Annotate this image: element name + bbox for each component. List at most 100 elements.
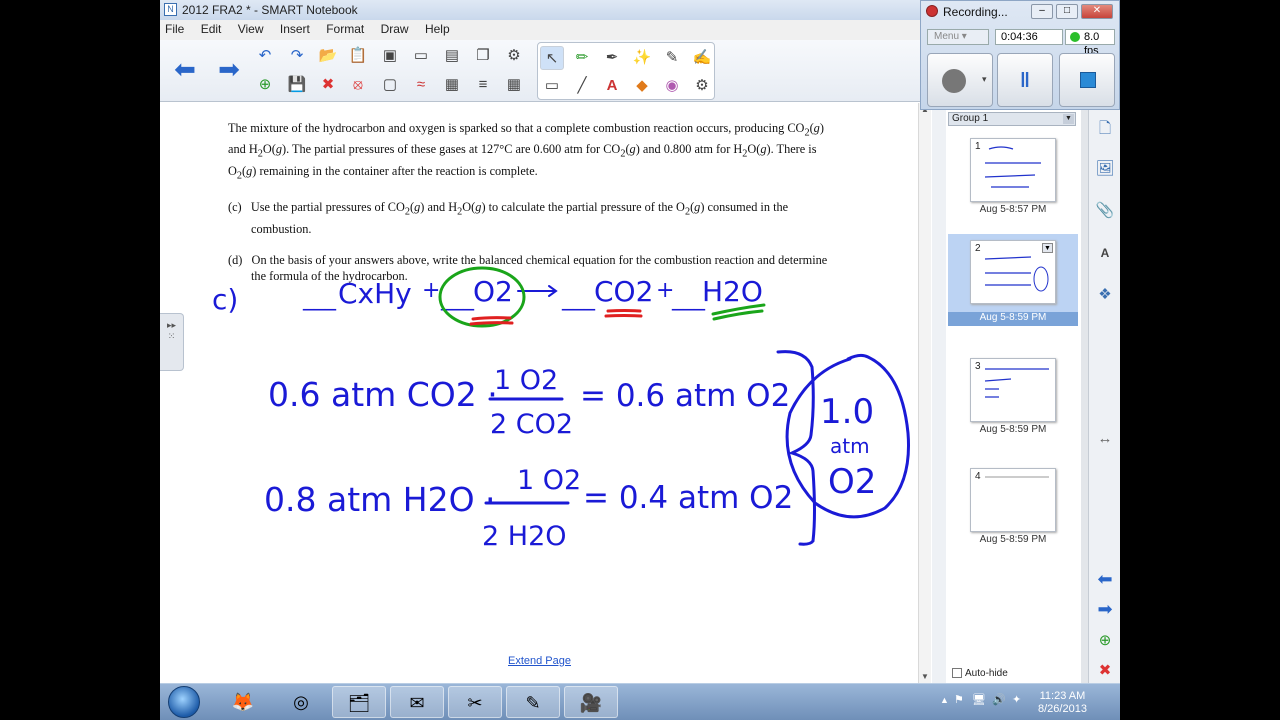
chevron-down-icon[interactable]: ▼ xyxy=(1042,243,1053,253)
add-page-icon[interactable]: ⊕ xyxy=(1094,630,1116,652)
autohide-checkbox[interactable] xyxy=(952,668,962,679)
page-thumbnail-1[interactable]: 1 Aug 5-8:57 PM xyxy=(948,132,1078,224)
properties-icon[interactable]: ⚙ xyxy=(502,44,526,68)
chevron-down-icon: ▾ xyxy=(982,74,987,84)
shapes-icon[interactable]: ◆ xyxy=(630,74,654,98)
minimize-button[interactable]: – xyxy=(1031,4,1053,19)
thumbnail-sketch xyxy=(984,368,1049,398)
outlook-icon[interactable]: ✉ xyxy=(390,686,444,718)
side-panel-tab[interactable]: ▸▸ ⁙ xyxy=(160,313,184,371)
sorter-scrollbar[interactable] xyxy=(1081,110,1088,683)
redo-icon[interactable]: ↷ xyxy=(285,44,309,68)
thumbnail-sketch xyxy=(984,146,1041,188)
undo-icon[interactable]: ↶ xyxy=(253,44,277,68)
page-vertical-scrollbar[interactable]: ▲ ▼ xyxy=(918,103,931,683)
flag-icon[interactable]: ⚑ xyxy=(954,693,964,706)
text-icon[interactable]: A xyxy=(600,74,624,98)
properties-wheel-icon[interactable]: ⚙ xyxy=(690,74,714,98)
menu-insert[interactable]: Insert xyxy=(275,20,318,38)
select-arrow-icon[interactable]: ↖ xyxy=(540,46,564,70)
shape-recognition-pen-icon[interactable]: ✎ xyxy=(660,46,684,70)
group-selector[interactable]: Group 1 ▼ xyxy=(948,112,1076,126)
extend-page-link[interactable]: Extend Page xyxy=(508,655,571,667)
line1-numerator: 1 O2 xyxy=(494,365,558,396)
document-camera-icon[interactable]: ▦ xyxy=(440,73,464,97)
menu-view[interactable]: View xyxy=(233,20,272,38)
page-thumbnail-4[interactable]: 4 Aug 5-8:59 PM xyxy=(948,462,1078,554)
open-folder-icon[interactable]: 📂 xyxy=(316,44,340,68)
previous-page-arrow-icon[interactable]: ⬅ xyxy=(170,54,200,84)
start-button-icon[interactable] xyxy=(168,686,200,718)
line1-result: = 0.6 atm O2 xyxy=(580,378,790,414)
volume-icon[interactable]: 🔊 xyxy=(992,693,1006,706)
line2-numerator: 1 O2 xyxy=(517,465,581,496)
add-page-icon[interactable]: ⊕ xyxy=(253,73,277,97)
addons-tab-icon[interactable]: ❖ xyxy=(1094,284,1116,306)
record-button[interactable]: ▾ xyxy=(927,53,993,107)
line-tool-icon[interactable]: ╱ xyxy=(570,74,594,98)
transparent-background-icon[interactable]: ≈ xyxy=(409,73,433,97)
highlighter-icon[interactable]: ✍ xyxy=(690,46,714,70)
table-icon[interactable]: ▦ xyxy=(502,73,526,97)
recorder-icon[interactable]: 🎥 xyxy=(564,686,618,718)
autohide-toggle[interactable]: Auto-hide xyxy=(952,668,1008,679)
text-tool-icon[interactable]: ≡ xyxy=(471,73,495,97)
close-button[interactable]: ✕ xyxy=(1081,4,1113,19)
pause-button[interactable]: ‖ xyxy=(997,53,1053,107)
snipping-tool-icon[interactable]: ✂ xyxy=(448,686,502,718)
delete-icon[interactable]: ✖ xyxy=(316,73,340,97)
thumbnail-date: Aug 5-8:57 PM xyxy=(979,204,1047,215)
smart-notebook-icon[interactable]: ✎ xyxy=(506,686,560,718)
move-sidebar-icon[interactable]: ↔ xyxy=(1094,428,1116,450)
network-icon[interactable]: 🖥 xyxy=(972,693,986,706)
pens-icon[interactable]: ✏ xyxy=(570,46,594,70)
fill-icon[interactable]: ◉ xyxy=(660,74,684,98)
firefox-icon[interactable]: 🦊 xyxy=(216,686,270,718)
page-thumbnail-2[interactable]: 2 ▼ Aug 5-8:59 PM xyxy=(948,234,1078,326)
creative-pen-icon[interactable]: ✒ xyxy=(600,46,624,70)
copy-icon[interactable]: ❐ xyxy=(471,44,495,68)
window-titlebar: N 2012 FRA2 * - SMART Notebook xyxy=(160,0,920,20)
notebook-page[interactable]: The mixture of the hydrocarbon and oxyge… xyxy=(160,103,920,683)
menu-draw[interactable]: Draw xyxy=(376,20,417,38)
panel-splitter[interactable] xyxy=(932,103,946,683)
magic-pen-icon[interactable]: ✨ xyxy=(630,46,654,70)
blank-1: ___ xyxy=(302,286,337,311)
properties-tab-icon[interactable]: A xyxy=(1094,242,1116,264)
menu-help[interactable]: Help xyxy=(420,20,458,38)
thumbnail-date: Aug 5-8:59 PM xyxy=(979,534,1047,545)
delete-page-icon[interactable]: ✖ xyxy=(1094,660,1116,682)
show-hidden-icons-icon[interactable]: ▲ xyxy=(940,695,949,705)
gallery-tab-icon[interactable]: 🖼 xyxy=(1094,158,1116,180)
bluetooth-icon[interactable]: ✦ xyxy=(1012,693,1021,706)
attachments-tab-icon[interactable]: 📎 xyxy=(1094,200,1116,222)
blank-3: ___ xyxy=(561,286,596,311)
camera-icon[interactable]: ▤ xyxy=(440,44,464,68)
save-icon[interactable]: 💾 xyxy=(285,73,309,97)
thumbnail-number: 2 xyxy=(975,243,981,254)
main-toolbar: ⬅ ➡ ↶ ↷ 📂 📋 ▣ ▭ ▤ ❐ ⚙ ⊕ 💾 ✖ ⦻ ▢ ≈ ▦ ≡ ▦ … xyxy=(160,40,920,102)
scroll-down-arrow-icon[interactable]: ▼ xyxy=(921,672,929,681)
full-screen-icon[interactable]: ▢ xyxy=(378,73,402,97)
recorder-menu-button[interactable]: Menu ▾ xyxy=(927,29,989,45)
next-page-arrow-icon[interactable]: ➡ xyxy=(1094,598,1116,620)
chrome-icon[interactable]: ◎ xyxy=(274,686,328,718)
menu-file[interactable]: File xyxy=(160,20,192,38)
paste-icon[interactable]: 📋 xyxy=(346,44,370,68)
menu-bar: File Edit View Insert Format Draw Help xyxy=(160,20,920,40)
page-sorter-tab-icon[interactable]: 🗋 xyxy=(1094,118,1116,140)
taskbar-clock[interactable]: 11:23 AM 8/26/2013 xyxy=(1038,690,1087,716)
next-page-arrow-icon[interactable]: ➡ xyxy=(214,54,244,84)
page-thumbnail-3[interactable]: 3 Aug 5-8:59 PM xyxy=(948,352,1078,444)
clear-page-icon[interactable]: ⦻ xyxy=(346,73,370,97)
maximize-button[interactable]: □ xyxy=(1056,4,1078,19)
line2-denominator: 2 H2O xyxy=(482,521,567,552)
stop-button[interactable] xyxy=(1059,53,1115,107)
previous-page-arrow-icon[interactable]: ⬅ xyxy=(1094,568,1116,590)
screen-capture-icon[interactable]: ▭ xyxy=(409,44,433,68)
file-explorer-icon[interactable]: 🗂 xyxy=(332,686,386,718)
menu-format[interactable]: Format xyxy=(321,20,372,38)
screen-shade-icon[interactable]: ▣ xyxy=(378,44,402,68)
menu-edit[interactable]: Edit xyxy=(196,20,230,38)
eraser-icon[interactable]: ▭ xyxy=(540,74,564,98)
